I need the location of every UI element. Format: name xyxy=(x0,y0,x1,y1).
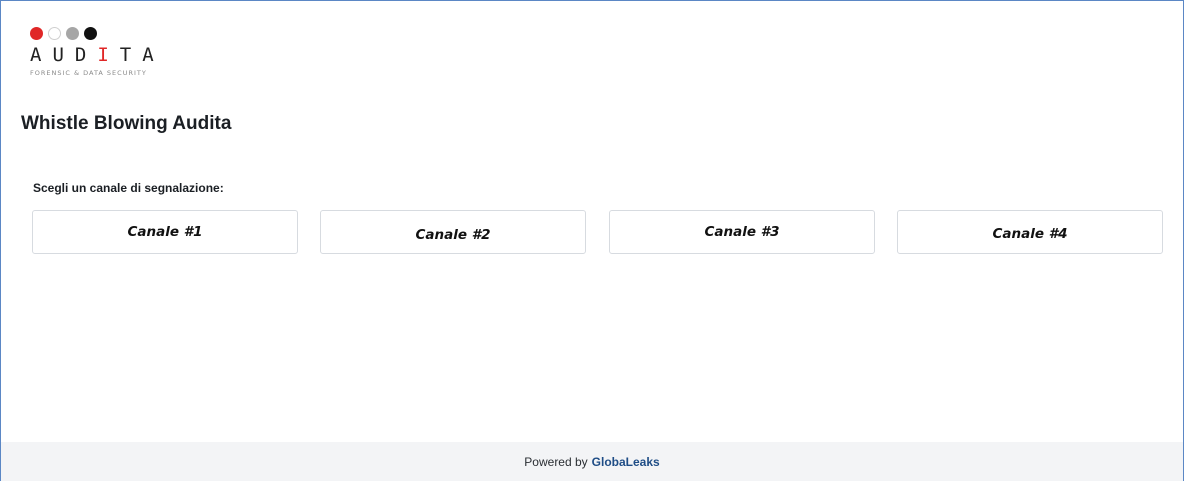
channel-label: Canale #3 xyxy=(704,224,780,240)
channel-button-1[interactable]: Canale #1 xyxy=(32,210,298,254)
logo-tagline: FORENSIC & DATA SECURITY xyxy=(30,69,147,77)
channel-label: Canale #1 xyxy=(127,224,203,240)
logo-wordmark-part: AUD xyxy=(30,44,98,66)
page-title: Whistle Blowing Audita xyxy=(21,113,232,134)
logo-wordmark-accent: I xyxy=(97,44,120,66)
logo-wordmark: AUDITA xyxy=(30,44,190,66)
app-window: AUDITA FORENSIC & DATA SECURITY Whistle … xyxy=(0,0,1184,481)
logo-dot-red xyxy=(30,26,43,40)
channel-button-3[interactable]: Canale #3 xyxy=(609,210,875,254)
channel-label: Canale #4 xyxy=(992,226,1068,242)
channel-button-2[interactable]: Canale #2 xyxy=(320,210,586,254)
audita-logo[interactable]: AUDITA FORENSIC & DATA SECURITY xyxy=(30,26,190,88)
logo-dot-white xyxy=(48,26,61,40)
channel-prompt: Scegli un canale di segnalazione: xyxy=(33,181,224,195)
logo-dot-black xyxy=(84,26,97,40)
footer: Powered by GlobaLeaks xyxy=(1,442,1183,481)
footer-powered-by: Powered by xyxy=(524,455,588,469)
globaleaks-link[interactable]: GlobaLeaks xyxy=(592,455,660,469)
logo-wordmark-part: TA xyxy=(119,44,165,66)
channel-button-4[interactable]: Canale #4 xyxy=(897,210,1163,254)
channel-list: Canale #1 Canale #2 Canale #3 Canale #4 xyxy=(32,210,1163,254)
channel-label: Canale #2 xyxy=(415,227,491,243)
logo-dots xyxy=(30,26,190,40)
logo-dot-grey xyxy=(66,26,79,40)
